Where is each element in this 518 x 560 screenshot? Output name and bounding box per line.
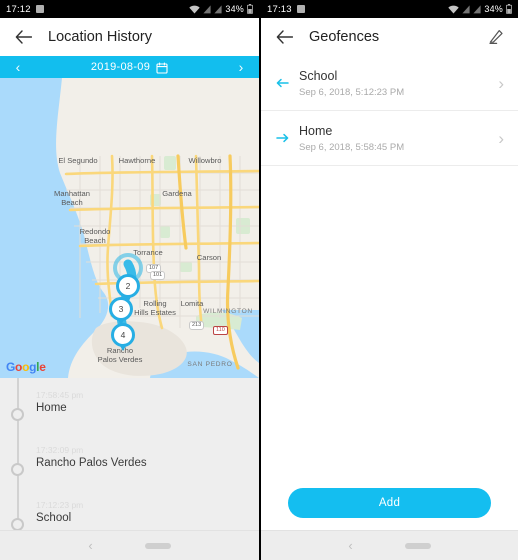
timeline-item-place: School xyxy=(36,512,72,524)
nav-home-pill[interactable] xyxy=(404,542,431,549)
status-bar-right-group: 34% xyxy=(189,4,253,14)
pencil-edit-icon[interactable] xyxy=(484,25,508,49)
chevron-right-icon[interactable]: › xyxy=(233,60,249,74)
back-arrow-icon[interactable] xyxy=(10,24,36,50)
location-history-panel: 17:12 34% Location History ‹ 2019-08-09 … xyxy=(0,0,259,560)
nav-home-pill[interactable] xyxy=(144,542,171,549)
signal-icon xyxy=(203,4,211,14)
nav-back-icon[interactable]: ‹ xyxy=(348,539,352,552)
geofence-timestamp: Sep 6, 2018, 5:58:45 PM xyxy=(299,141,405,153)
battery-percent: 34% xyxy=(484,4,503,14)
geofence-item-body: Home Sep 6, 2018, 5:58:45 PM xyxy=(291,124,498,153)
google-logo: Google xyxy=(6,360,46,374)
timeline-dot-icon xyxy=(11,463,24,476)
geofence-list-item[interactable]: School Sep 6, 2018, 5:12:23 PM › xyxy=(261,56,518,111)
page-title: Geofences xyxy=(309,29,380,45)
status-bar-left-group: 17:12 xyxy=(6,4,44,15)
signal-icon xyxy=(462,4,470,14)
timeline-item-place: Home xyxy=(36,402,67,414)
map-marker[interactable]: 4 xyxy=(111,323,135,347)
date-display[interactable]: 2019-08-09 xyxy=(90,61,168,74)
status-bar-left: 17:12 34% xyxy=(0,0,259,18)
geofence-name: Home xyxy=(299,123,333,138)
highway-shield: 213 xyxy=(189,321,205,330)
timeline-item-time: 17:58:45 pm xyxy=(36,390,84,400)
map-marker-label: 4 xyxy=(120,330,126,340)
status-bar-left-group: 17:13 xyxy=(267,4,305,15)
map-marker-label: 2 xyxy=(125,281,131,291)
timeline-item[interactable]: 17:32:09 pm Rancho Palos Verdes xyxy=(0,445,259,494)
timeline-item-place: Rancho Palos Verdes xyxy=(36,457,147,469)
interstate-shield: 110 xyxy=(213,326,228,335)
app-bar-left: Location History xyxy=(0,18,259,56)
highway-shield: 101 xyxy=(150,271,166,280)
geofence-name: School xyxy=(299,68,338,83)
android-nav-bar-left: ‹ xyxy=(0,530,259,560)
location-timeline-list: 17:58:45 pm Home 17:32:09 pm Rancho Palo… xyxy=(0,378,259,535)
arrow-left-icon xyxy=(273,78,291,88)
wifi-icon xyxy=(189,5,201,14)
map-marker[interactable]: 2 xyxy=(116,274,140,298)
status-time: 17:12 xyxy=(6,3,31,15)
app-bar-right: Geofences xyxy=(261,18,518,56)
geofences-panel: 17:13 34% Geofences School Sep 6, 2018, … xyxy=(259,0,518,560)
map-marker-label: 3 xyxy=(118,304,124,314)
chevron-right-icon[interactable]: › xyxy=(498,75,504,92)
map-marker[interactable]: 3 xyxy=(109,297,133,321)
timeline-item-time: 17:12:23 pm xyxy=(36,500,84,510)
chevron-left-icon[interactable]: ‹ xyxy=(10,60,26,74)
signal-icon xyxy=(473,4,481,14)
battery-icon xyxy=(247,4,253,14)
battery-percent: 34% xyxy=(225,4,244,14)
status-bar-right-group: 34% xyxy=(448,4,512,14)
dual-screenshot-container: 17:12 34% Location History ‹ 2019-08-09 … xyxy=(0,0,518,560)
map-view[interactable]: El Segundo Hawthorne Willowbro Manhattan… xyxy=(0,78,259,378)
timeline-item[interactable]: 17:58:45 pm Home xyxy=(0,390,259,439)
selected-date: 2019-08-09 xyxy=(90,61,151,73)
screenshot-icon xyxy=(35,5,44,13)
arrow-right-icon xyxy=(273,133,291,143)
wifi-icon xyxy=(448,5,460,14)
geofence-item-body: School Sep 6, 2018, 5:12:23 PM xyxy=(291,69,498,98)
geofence-timestamp: Sep 6, 2018, 5:12:23 PM xyxy=(299,86,405,98)
geofence-list: School Sep 6, 2018, 5:12:23 PM › Home Se… xyxy=(261,56,518,166)
timeline-item-time: 17:32:09 pm xyxy=(36,445,84,455)
geofence-list-item[interactable]: Home Sep 6, 2018, 5:58:45 PM › xyxy=(261,111,518,166)
chevron-right-icon[interactable]: › xyxy=(498,130,504,147)
timeline-dot-icon xyxy=(11,408,24,421)
status-time: 17:13 xyxy=(267,3,292,15)
screenshot-icon xyxy=(296,5,305,13)
page-title: Location History xyxy=(48,29,152,45)
date-selector-bar: ‹ 2019-08-09 › xyxy=(0,56,259,78)
nav-back-icon[interactable]: ‹ xyxy=(88,539,92,552)
add-button-container: Add xyxy=(261,488,518,518)
calendar-icon[interactable] xyxy=(156,61,168,74)
battery-icon xyxy=(506,4,512,14)
signal-icon xyxy=(214,4,222,14)
add-geofence-button[interactable]: Add xyxy=(288,488,491,518)
back-arrow-icon[interactable] xyxy=(271,24,297,50)
android-nav-bar-right: ‹ xyxy=(261,530,518,560)
status-bar-right: 17:13 34% xyxy=(261,0,518,18)
